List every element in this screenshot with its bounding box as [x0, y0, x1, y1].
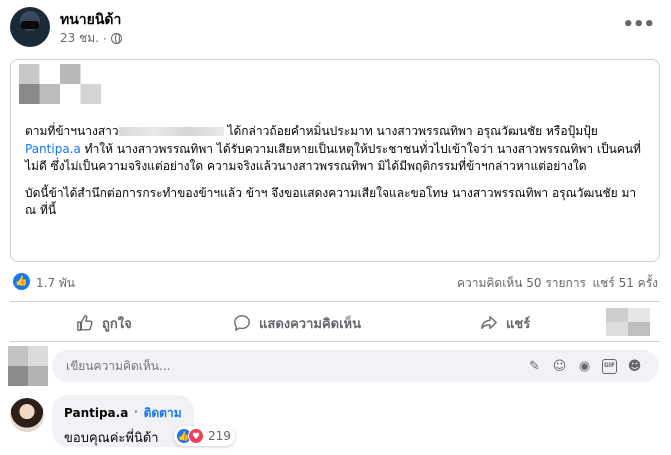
current-user-avatar [8, 346, 48, 386]
post-time[interactable]: 23 ชม. [60, 29, 99, 48]
dot-separator: · [133, 402, 139, 421]
camera-icon[interactable]: ◉ [577, 359, 592, 374]
like-label: ถูกใจ [102, 316, 132, 332]
post-header: ทนายนิด้า 23 ชม. · ••• [10, 6, 660, 50]
comment-button[interactable]: แสดงความคิดเห็น [233, 310, 361, 336]
post-paragraph-1: ตามที่ข้าฯนางสาว ได้กล่าวถ้อยคำหมิ่นประม… [25, 123, 650, 176]
post-stats: 👍 1.7 พัน ความคิดเห็น 50 รายการ แชร์ 51 … [10, 272, 660, 292]
paragraph-text: ได้กล่าวถ้อยคำหมิ่นประมาท นางสาวพรรณทิพา… [223, 124, 598, 138]
post-content-card: ตามที่ข้าฯนางสาว ได้กล่าวถ้อยคำหมิ่นประม… [10, 59, 660, 262]
paragraph-text: ตามที่ข้าฯนางสาว [25, 124, 119, 138]
shares-count[interactable]: แชร์ 51 ครั้ง [592, 274, 658, 293]
blurred-image [19, 64, 127, 104]
comment-reactions[interactable]: 👍 ♥ 219 [174, 426, 235, 446]
post-body: ตามที่ข้าฯนางสาว ได้กล่าวถ้อยคำหมิ่นประม… [25, 123, 650, 229]
share-icon [481, 316, 497, 330]
divider [10, 341, 660, 342]
author-avatar[interactable] [10, 7, 50, 47]
post-actions: ถูกใจ แสดงความคิดเห็น แชร์ [10, 306, 660, 340]
dot-separator: · [102, 31, 107, 46]
composer-tools: ✎ ☺ ◉ GIF ☻ [527, 359, 642, 374]
post-meta: 23 ชม. · [60, 29, 122, 48]
comment-text: ขอบคุณค่ะพี่นิด้า [64, 431, 159, 446]
comment-label: แสดงความคิดเห็น [259, 316, 362, 332]
globe-icon[interactable] [110, 33, 122, 44]
reaction-count[interactable]: 1.7 พัน [36, 274, 75, 293]
commenter-avatar[interactable] [10, 398, 44, 432]
mention-link[interactable]: Pantipa.a [25, 142, 81, 156]
thumbs-up-icon [77, 315, 93, 331]
paragraph-text: ทำให้ นางสาวพรรณทิพา ได้รับความเสียหายเป… [25, 141, 641, 174]
censored-name [118, 127, 224, 136]
more-options-icon[interactable]: ••• [622, 14, 655, 35]
comment-composer: ✎ ☺ ◉ GIF ☻ [8, 346, 660, 386]
comment-item: Pantipa.a · ติดตาม ขอบคุณค่ะพี่นิด้า 👍 ♥… [10, 395, 660, 455]
follow-button[interactable]: ติดตาม [144, 406, 182, 420]
blurred-avatar-selector[interactable] [606, 308, 650, 336]
post-paragraph-2: บัดนี้ข้าได้สำนึกต่อการกระทำของข้าฯแล้ว … [25, 185, 637, 218]
comments-count[interactable]: ความคิดเห็น 50 รายการ [457, 274, 586, 293]
commenter-name[interactable]: Pantipa.a [64, 406, 128, 420]
gif-icon[interactable]: GIF [602, 359, 617, 374]
avatar-sticker-icon[interactable]: ☻ [627, 359, 642, 374]
comment-icon [234, 315, 250, 331]
comment-bubble: Pantipa.a · ติดตาม ขอบคุณค่ะพี่นิด้า [52, 395, 194, 447]
emoji-icon[interactable]: ☺ [552, 359, 567, 374]
sticker-icon[interactable]: ✎ [527, 359, 542, 374]
like-button[interactable]: ถูกใจ [76, 310, 132, 336]
author-name[interactable]: ทนายนิด้า [60, 9, 121, 31]
share-button[interactable]: แชร์ [480, 310, 530, 336]
like-reaction-icon[interactable]: 👍 [13, 273, 30, 290]
divider [10, 301, 660, 302]
love-reaction-icon: ♥ [188, 428, 204, 444]
comment-reaction-count: 219 [208, 429, 231, 443]
share-label: แชร์ [506, 316, 531, 332]
